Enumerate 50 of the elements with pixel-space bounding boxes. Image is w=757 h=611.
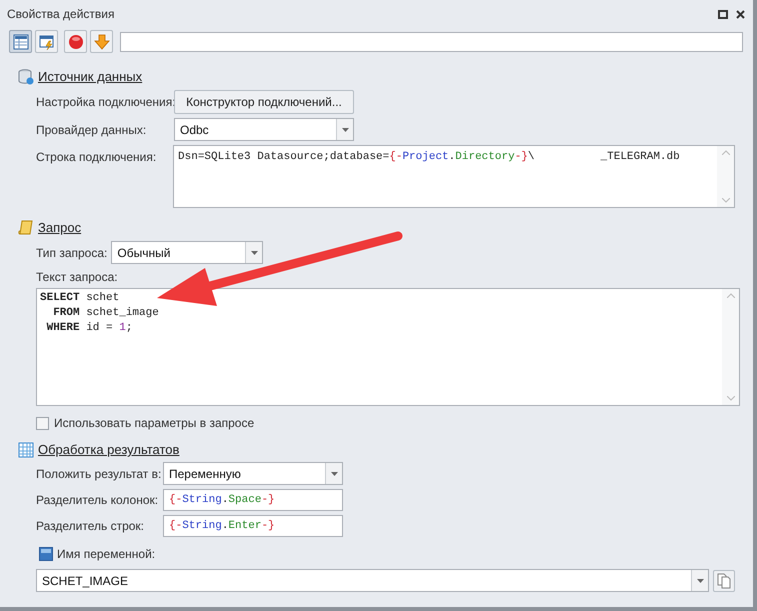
query-text-field[interactable]: SELECT schet FROM schet_image WHERE id = 1;	[36, 288, 740, 406]
scroll-down-icon[interactable]	[726, 396, 734, 401]
down-arrow-button[interactable]	[90, 30, 113, 53]
connection-builder-button[interactable]: Конструктор подключений...	[174, 90, 354, 114]
result-target-dropdown[interactable]: Переменную	[163, 462, 343, 485]
section-title[interactable]: Источник данных	[38, 67, 142, 87]
field-label: Строка подключения:	[36, 149, 158, 166]
code-line: WHERE id = 1;	[46, 321, 134, 336]
close-icon[interactable]	[736, 10, 745, 18]
stop-button[interactable]	[64, 30, 87, 53]
field-label: Имя переменной:	[57, 546, 156, 563]
name-field[interactable]	[120, 32, 743, 52]
caret-icon	[250, 250, 258, 254]
table-icon	[18, 442, 34, 458]
row-separator-field[interactable]: {-String.Enter-}	[163, 515, 343, 537]
code-line: FROM schet_image	[52, 306, 160, 321]
checkbox[interactable]	[36, 416, 49, 430]
code-line: SELECT schet	[40, 291, 120, 306]
window-event-button[interactable]	[35, 30, 58, 53]
scroll-down-icon[interactable]	[722, 198, 730, 203]
field-label: Тип запроса:	[36, 244, 108, 262]
caret-icon	[342, 128, 348, 132]
field-label: Настройка подключения:	[36, 94, 174, 111]
section-title[interactable]: Обработка результатов	[38, 440, 180, 460]
copy-button[interactable]	[713, 570, 735, 592]
scroll-up-icon[interactable]	[722, 150, 730, 155]
checkbox-label: Использовать параметры в запросе	[54, 415, 254, 432]
connection-string-text: Dsn=SQLite3 Datasource;database={-Project.Directory-}\ _TELEGRAM.db	[177, 150, 681, 165]
properties-button[interactable]	[9, 30, 32, 53]
scroll-up-icon[interactable]	[726, 293, 734, 298]
field-label: Разделитель строк:	[36, 518, 146, 535]
connection-string-field[interactable]: Dsn=SQLite3 Datasource;database={-Project.Directory-}\ _TELEGRAM.db	[173, 145, 735, 208]
provider-dropdown[interactable]: Odbc	[174, 118, 354, 141]
maximize-icon[interactable]	[718, 10, 728, 18]
query-type-dropdown[interactable]: Обычный	[111, 241, 264, 264]
scrollbar[interactable]	[717, 146, 734, 207]
field-label: Положить результат в:	[36, 466, 162, 482]
variable-icon	[39, 547, 53, 561]
scrollbar[interactable]	[722, 289, 739, 405]
window-title: Свойства действия	[7, 6, 114, 23]
field-label: Разделитель колонок:	[36, 492, 160, 509]
field-label: Текст запроса:	[36, 269, 119, 286]
variable-name-dropdown[interactable]: SCHET_IMAGE	[36, 569, 710, 592]
database-icon	[18, 69, 34, 85]
field-label: Провайдер данных:	[36, 122, 148, 138]
caret-icon	[696, 578, 704, 582]
section-title[interactable]: Запрос	[38, 218, 82, 238]
caret-icon	[330, 472, 338, 476]
column-separator-field[interactable]: {-String.Space-}	[163, 489, 343, 511]
scroll-icon	[18, 220, 34, 236]
